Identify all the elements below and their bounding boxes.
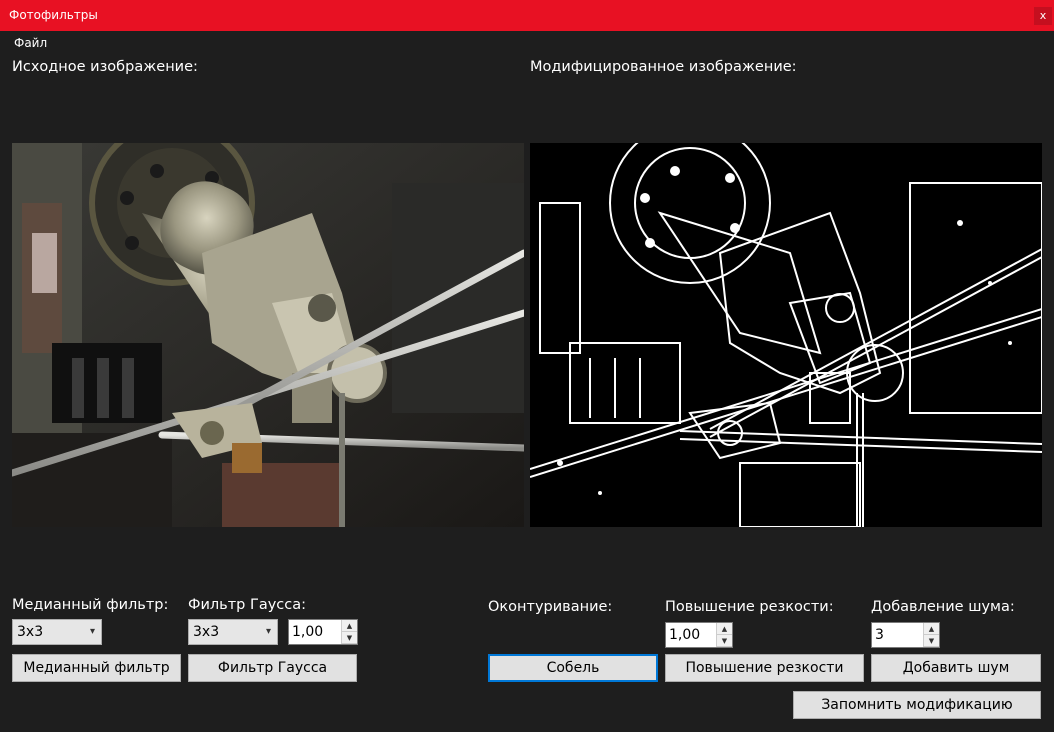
modified-image-label: Модифицированное изображение:	[530, 59, 797, 75]
noise-stepper[interactable]: 3 ▲ ▼	[871, 622, 940, 648]
median-kernel-select[interactable]: 3x3 ▾	[12, 619, 102, 645]
gauss-filter-button[interactable]: Фильтр Гаусса	[188, 654, 357, 682]
title-bar: Фотофильтры x	[0, 0, 1054, 31]
spin-up-icon[interactable]: ▲	[717, 623, 732, 635]
original-image-label: Исходное изображение:	[12, 59, 198, 75]
median-kernel-value: 3x3	[17, 624, 44, 640]
sharpen-value: 1,00	[669, 627, 701, 643]
gauss-kernel-select[interactable]: 3x3 ▾	[188, 619, 278, 645]
sharpen-button[interactable]: Повышение резкости	[665, 654, 864, 682]
median-filter-button[interactable]: Медианный фильтр	[12, 654, 181, 682]
spin-down-icon[interactable]: ▼	[342, 632, 357, 644]
spin-up-icon[interactable]: ▲	[342, 620, 357, 632]
close-button[interactable]: x	[1034, 7, 1052, 25]
gauss-sigma-stepper[interactable]: 1,00 ▲ ▼	[288, 619, 358, 645]
sobel-button[interactable]: Собель	[488, 654, 658, 682]
contour-label: Оконтуривание:	[488, 599, 613, 615]
add-noise-button[interactable]: Добавить шум	[871, 654, 1041, 682]
spin-up-icon[interactable]: ▲	[924, 623, 939, 635]
chevron-down-icon: ▾	[89, 626, 95, 637]
original-image	[12, 143, 524, 527]
noise-value: 3	[875, 627, 884, 643]
spin-down-icon[interactable]: ▼	[924, 635, 939, 647]
gauss-kernel-value: 3x3	[193, 624, 220, 640]
gauss-sigma-value: 1,00	[292, 624, 324, 640]
median-filter-label: Медианный фильтр:	[12, 597, 169, 613]
sharpen-label: Повышение резкости:	[665, 599, 834, 615]
chevron-down-icon: ▾	[265, 626, 271, 637]
modified-image	[530, 143, 1042, 527]
menu-file[interactable]: Файл	[14, 36, 47, 50]
window-title: Фотофильтры	[9, 8, 98, 22]
sharpen-stepper[interactable]: 1,00 ▲ ▼	[665, 622, 733, 648]
spin-down-icon[interactable]: ▼	[717, 635, 732, 647]
gauss-filter-label: Фильтр Гаусса:	[188, 597, 307, 613]
noise-label: Добавление шума:	[871, 599, 1015, 615]
remember-modification-button[interactable]: Запомнить модификацию	[793, 691, 1041, 719]
